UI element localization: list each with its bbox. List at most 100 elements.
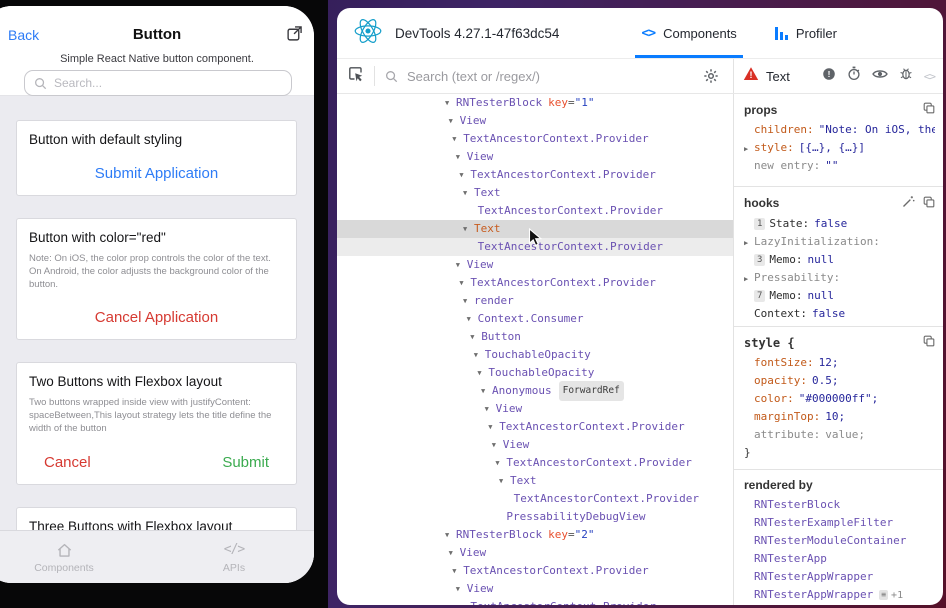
tree-row[interactable]: ▼View: [337, 436, 733, 454]
expand-arrow-icon[interactable]: ▼: [467, 310, 478, 328]
rendered-by-item[interactable]: RNTesterExampleFilter: [744, 514, 935, 532]
expand-arrow-icon[interactable]: ▼: [470, 328, 481, 346]
expand-arrow-icon[interactable]: ▼: [463, 292, 474, 310]
tree-row[interactable]: ▼TextAncestorContext.Provider: [337, 562, 733, 580]
prop-value[interactable]: "": [825, 159, 838, 172]
expand-arrow-icon[interactable]: ▼: [474, 346, 485, 364]
tree-row[interactable]: ▼TextAncestorContext.Provider: [337, 598, 733, 605]
hook-value[interactable]: null: [808, 289, 835, 302]
style-value[interactable]: 10;: [825, 410, 845, 423]
style-value[interactable]: value;: [825, 428, 865, 441]
expand-arrow-icon[interactable]: ▼: [445, 94, 456, 112]
copy-icon[interactable]: [923, 102, 935, 117]
expand-arrow-icon[interactable]: ▼: [463, 220, 474, 238]
expand-arrow-icon[interactable]: ▼: [459, 166, 470, 184]
tree-row[interactable]: ▼View: [337, 400, 733, 418]
expand-arrow-icon[interactable]: ▼: [456, 148, 467, 166]
copy-icon[interactable]: [923, 196, 935, 211]
tabbar-item-apis[interactable]: </> APIs: [194, 531, 274, 583]
expand-arrow-icon[interactable]: ▼: [452, 562, 463, 580]
expand-arrow-icon[interactable]: ▼: [499, 472, 510, 490]
rendered-by-item[interactable]: RNTesterAppWrapper: [744, 568, 935, 586]
tree-row[interactable]: ▼RNTesterBlockkey="2": [337, 526, 733, 544]
expand-arrow-icon[interactable]: ▼: [477, 364, 488, 382]
tree-row[interactable]: ▼TextAncestorContext.Provider: [337, 454, 733, 472]
phone-search-box[interactable]: [24, 70, 292, 96]
settings-gear-icon[interactable]: [703, 68, 719, 84]
rendered-by-item[interactable]: RNTesterApp: [744, 550, 935, 568]
tree-row[interactable]: ▼TouchableOpacity: [337, 346, 733, 364]
tree-row[interactable]: ▼View: [337, 580, 733, 598]
copy-icon[interactable]: [923, 335, 935, 350]
tabbar-item-components[interactable]: Components: [24, 531, 104, 583]
hook-value[interactable]: false: [812, 307, 845, 320]
tree-row[interactable]: ▼View: [337, 112, 733, 130]
phone-button[interactable]: Cancel: [44, 454, 91, 471]
expand-arrow-icon[interactable]: ▼: [492, 436, 503, 454]
style-value[interactable]: 0.5;: [812, 374, 839, 387]
expand-arrow-icon[interactable]: ▼: [485, 400, 496, 418]
tree-row[interactable]: ▼Button: [337, 328, 733, 346]
expand-arrow-icon[interactable]: ▼: [452, 130, 463, 148]
tree-row[interactable]: ▼TouchableOpacity: [337, 364, 733, 382]
tree-row[interactable]: ▼View: [337, 256, 733, 274]
inspect-element-icon[interactable]: [348, 66, 364, 87]
expand-arrow-icon[interactable]: ▶: [744, 270, 754, 287]
style-value[interactable]: "#000000ff";: [799, 392, 878, 405]
devtools-search[interactable]: [385, 68, 703, 85]
style-value[interactable]: 12;: [819, 356, 839, 369]
parse-hooks-wand-icon[interactable]: [902, 195, 915, 211]
expand-arrow-icon[interactable]: ▼: [459, 274, 470, 292]
devtools-search-input[interactable]: [405, 68, 703, 85]
hook-value[interactable]: false: [814, 217, 847, 230]
tree-row[interactable]: ▼TextAncestorContext.Provider: [337, 166, 733, 184]
open-external-icon[interactable]: [286, 25, 303, 42]
expand-arrow-icon[interactable]: ▼: [449, 544, 460, 562]
tree-row[interactable]: ▼RNTesterBlockkey="1": [337, 94, 733, 112]
prop-value[interactable]: "Note: On iOS, the: [819, 123, 935, 136]
expand-arrow-icon[interactable]: ▶: [744, 140, 754, 157]
inspect-dom-eye-icon[interactable]: [872, 67, 888, 85]
phone-button[interactable]: Submit: [222, 454, 269, 471]
rendered-by-item[interactable]: render(): [744, 604, 935, 605]
tree-row[interactable]: TextAncestorContext.Provider: [337, 202, 733, 220]
expand-arrow-icon[interactable]: ▼: [481, 382, 492, 400]
hook-name: Context:: [754, 307, 807, 320]
tree-row[interactable]: ▼Context.Consumer: [337, 310, 733, 328]
tab-components[interactable]: <> Components: [641, 8, 736, 58]
tree-row[interactable]: ▼View: [337, 148, 733, 166]
tree-row[interactable]: ▼render: [337, 292, 733, 310]
expand-arrow-icon[interactable]: ▼: [449, 112, 460, 130]
expand-arrow-icon[interactable]: ▼: [456, 256, 467, 274]
tree-row[interactable]: TextAncestorContext.Provider: [337, 490, 733, 508]
tree-row[interactable]: ▼TextAncestorContext.Provider: [337, 130, 733, 148]
view-source-icon[interactable]: <>: [924, 70, 935, 83]
tree-row[interactable]: ▼Text: [337, 472, 733, 490]
expand-arrow-icon[interactable]: ▼: [488, 418, 499, 436]
hook-value[interactable]: null: [808, 253, 835, 266]
expand-arrow-icon[interactable]: ▼: [463, 184, 474, 202]
error-icon[interactable]: !: [822, 67, 836, 86]
rendered-by-item[interactable]: RNTesterAppWrapper≡+1: [744, 586, 935, 604]
tree-row[interactable]: ▼View: [337, 544, 733, 562]
rendered-by-item[interactable]: RNTesterModuleContainer: [744, 532, 935, 550]
tree-row[interactable]: ▼Text: [337, 184, 733, 202]
expand-arrow-icon[interactable]: ▼: [495, 454, 506, 472]
rendered-by-item[interactable]: RNTesterBlock: [744, 496, 935, 514]
prop-value[interactable]: [{…}, {…}]: [799, 141, 865, 154]
tab-profiler[interactable]: Profiler: [775, 8, 837, 58]
suspense-stopwatch-icon[interactable]: [847, 66, 861, 86]
expand-arrow-icon[interactable]: ▼: [445, 526, 456, 544]
tree-row[interactable]: ▼TextAncestorContext.Provider: [337, 418, 733, 436]
tree-row[interactable]: ▼AnonymousForwardRef: [337, 382, 733, 400]
debug-bug-icon[interactable]: [899, 66, 913, 86]
phone-button[interactable]: Cancel Application: [95, 309, 218, 326]
expand-arrow-icon[interactable]: ▶: [744, 234, 754, 251]
phone-search-input[interactable]: [52, 75, 256, 91]
tree-row[interactable]: ▼TextAncestorContext.Provider: [337, 274, 733, 292]
phone-button[interactable]: Submit Application: [95, 165, 218, 182]
expand-arrow-icon[interactable]: ▼: [459, 598, 470, 605]
expand-arrow-icon[interactable]: ▼: [456, 580, 467, 598]
tree-row[interactable]: PressabilityDebugView: [337, 508, 733, 526]
back-button[interactable]: Back: [8, 27, 39, 43]
